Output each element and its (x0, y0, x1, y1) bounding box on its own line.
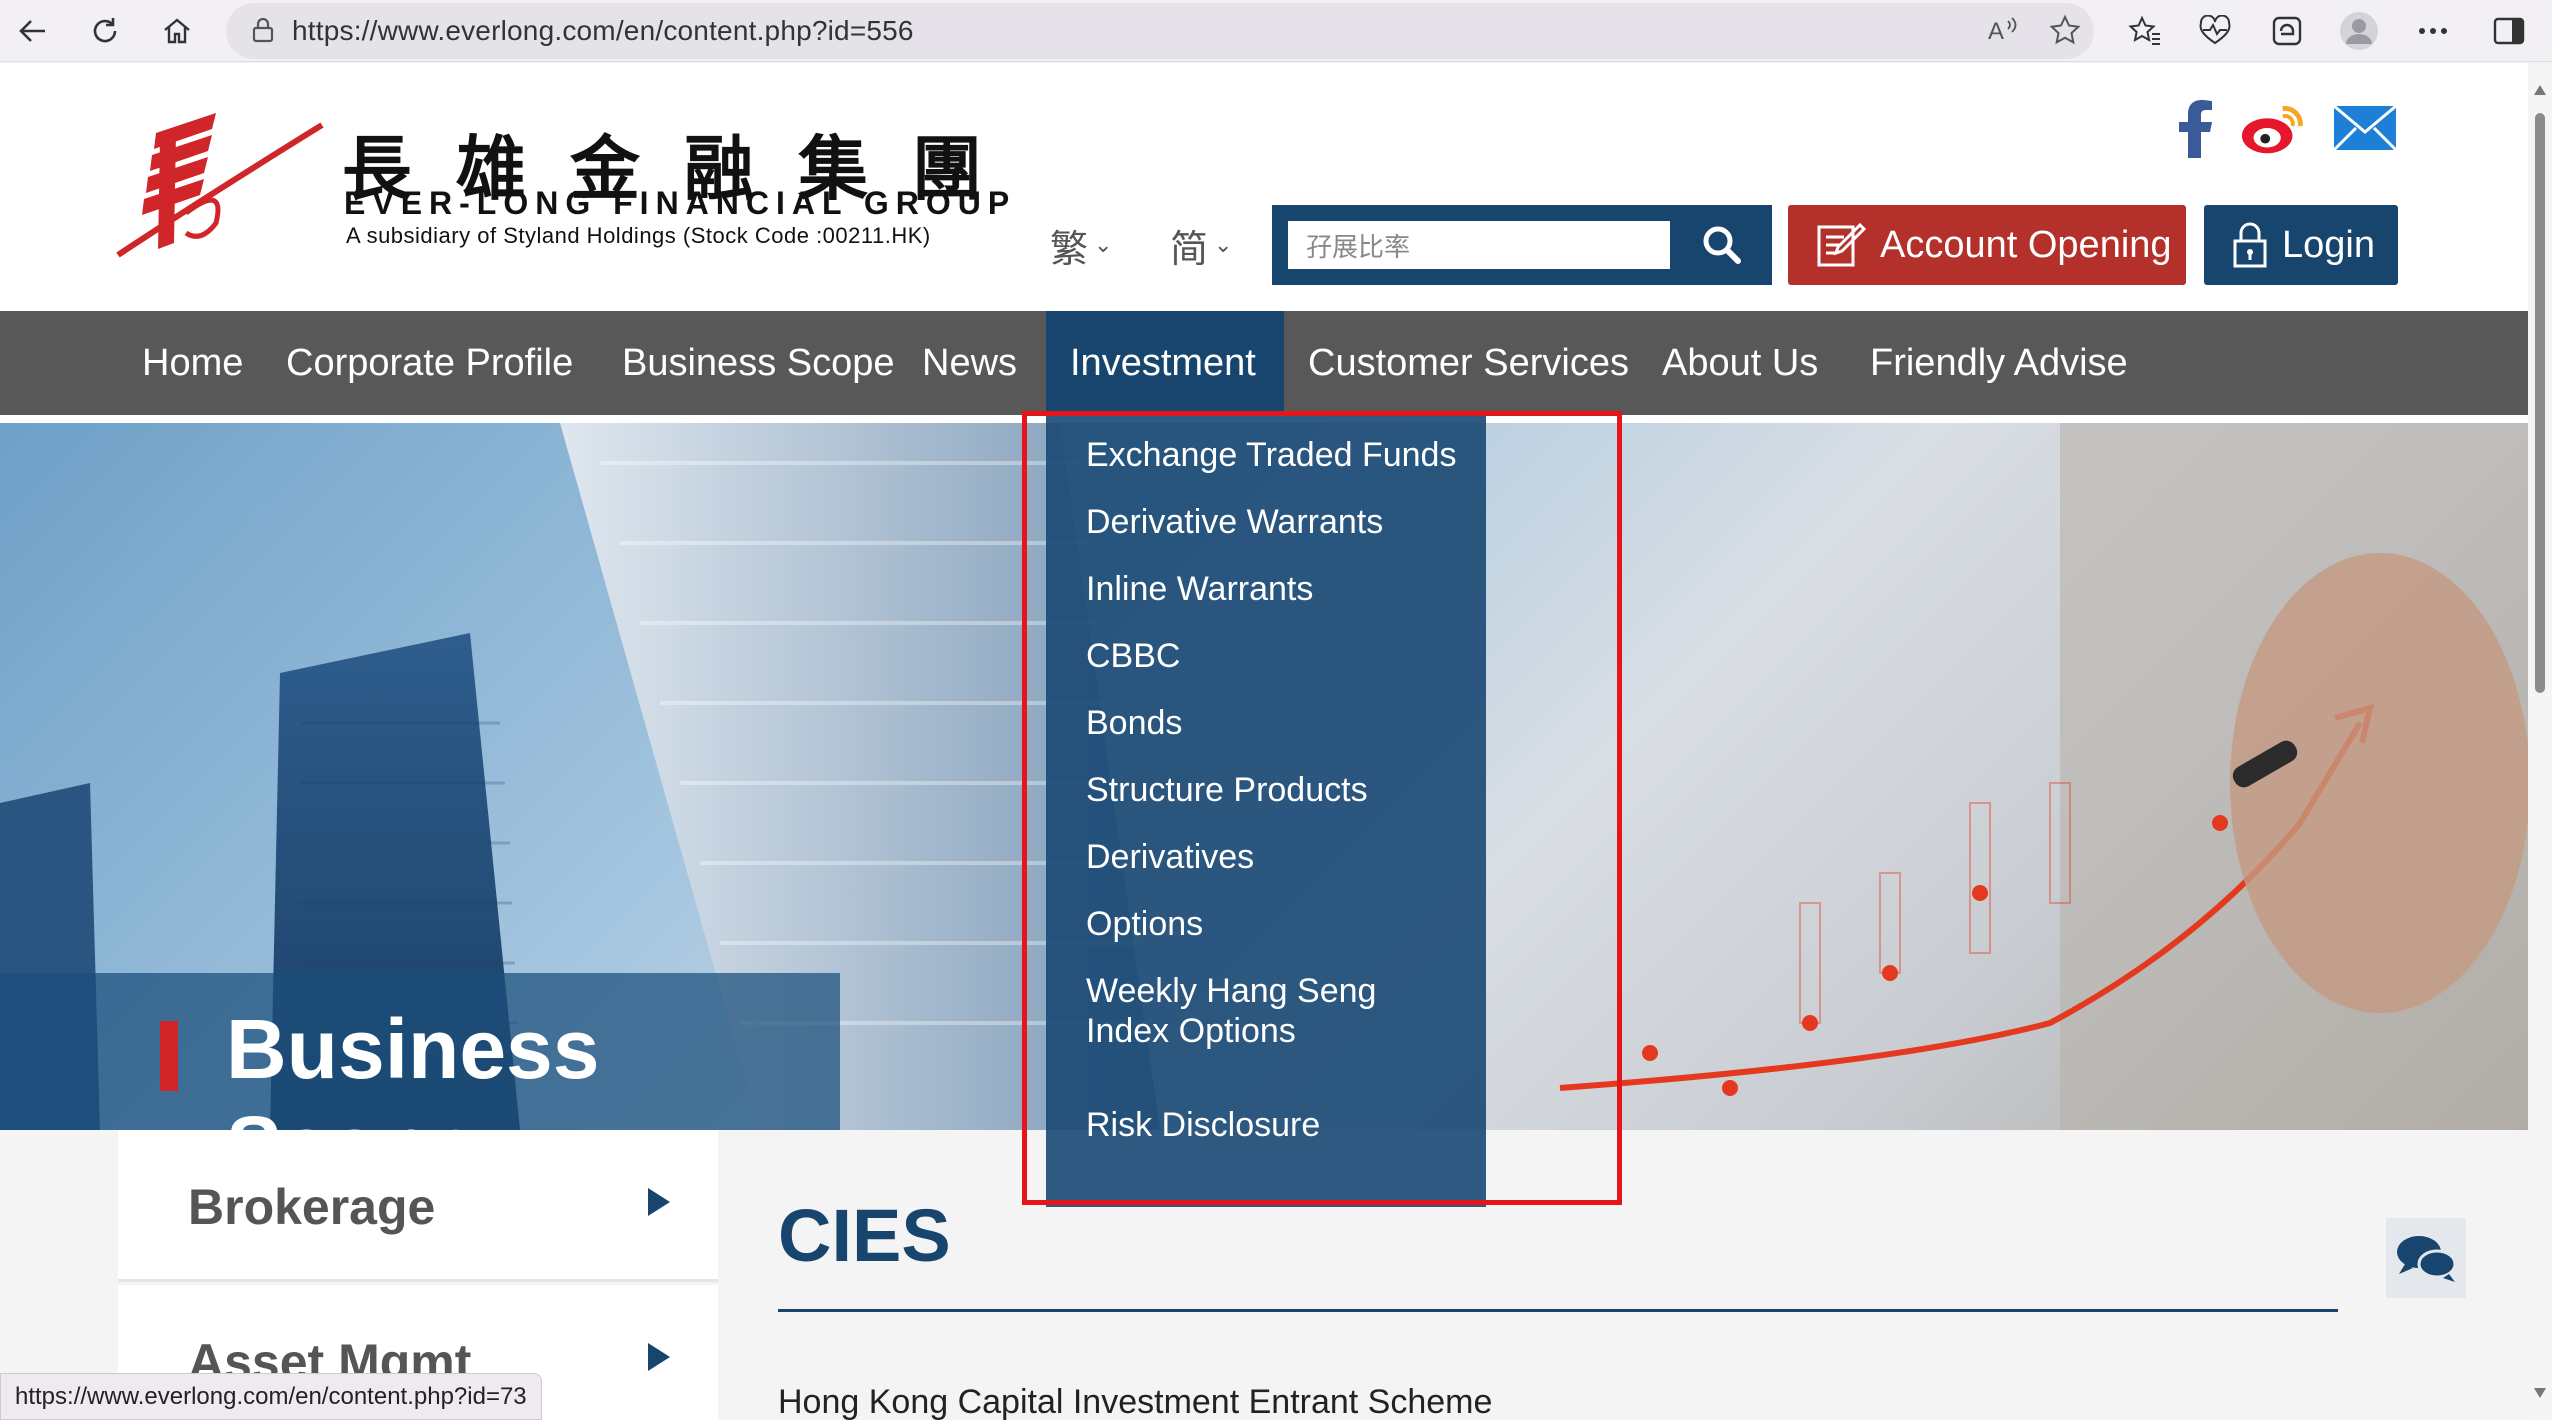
back-icon[interactable] (10, 8, 56, 54)
nav-item-about-us[interactable]: About Us (1638, 311, 1842, 415)
page-subtitle: Hong Kong Capital Investment Entrant Sch… (778, 1383, 1493, 1420)
sidebar-toggle-icon[interactable] (2486, 8, 2532, 54)
lang-simplified-label: 简 (1170, 227, 1209, 271)
svg-text:A: A (1988, 18, 2004, 45)
home-icon[interactable] (154, 8, 200, 54)
scroll-down-icon[interactable] (2534, 1388, 2546, 1398)
nav-item-customer-services[interactable]: Customer Services (1284, 311, 1653, 415)
hero-title-box: Business Scope (0, 973, 840, 1130)
nav-item-home[interactable]: Home (118, 311, 267, 415)
chat-bubbles-icon (2397, 1236, 2457, 1282)
nav-item-investment[interactable]: Investment (1046, 311, 1284, 415)
address-bar[interactable]: https://www.everlong.com/en/content.php?… (226, 3, 2094, 59)
logo-english-name: EVER-LONG FINANCIAL GROUP (344, 185, 1017, 221)
chevron-down-icon: ⌄ (1214, 233, 1233, 258)
browser-toolbar: https://www.everlong.com/en/content.php?… (0, 0, 2552, 62)
account-opening-label: Account Opening (1880, 223, 2172, 266)
edit-form-icon (1817, 222, 1866, 267)
highlight-box (1022, 411, 1622, 1205)
hero-title-accent (160, 1021, 178, 1091)
favorite-star-icon[interactable] (2042, 7, 2088, 53)
sidebar-item-label: Brokerage (188, 1179, 436, 1235)
ever-long-logo-icon[interactable] (116, 93, 326, 273)
lock-icon[interactable] (248, 15, 278, 50)
page-scrollbar[interactable] (2528, 63, 2552, 1420)
email-icon[interactable] (2330, 93, 2400, 163)
account-opening-button[interactable]: Account Opening (1788, 205, 2186, 285)
weibo-icon[interactable] (2238, 93, 2308, 163)
lang-traditional-select[interactable]: 繁 ⌄ (1050, 218, 1112, 273)
login-label: Login (2282, 223, 2375, 266)
triangle-right-icon (648, 1188, 670, 1216)
read-aloud-icon[interactable]: A (1980, 7, 2026, 53)
search-button[interactable] (1682, 215, 1762, 275)
collections-icon[interactable] (2264, 8, 2310, 54)
search-box: 孖展比率 (1272, 205, 1772, 285)
chevron-down-icon: ⌄ (1094, 233, 1113, 258)
logo-subsidiary-text: A subsidiary of Styland Holdings (Stock … (346, 223, 931, 248)
nav-item-corporate-profile[interactable]: Corporate Profile (262, 311, 597, 415)
page-title: CIES (778, 1194, 951, 1277)
chat-button[interactable] (2386, 1218, 2466, 1298)
search-input[interactable]: 孖展比率 (1288, 221, 1670, 269)
more-options-icon[interactable] (2410, 8, 2456, 54)
scroll-thumb[interactable] (2535, 113, 2545, 693)
profile-avatar-icon[interactable] (2336, 8, 2382, 54)
nav-item-friendly-advise[interactable]: Friendly Advise (1846, 311, 2152, 415)
facebook-icon[interactable] (2160, 93, 2230, 163)
triangle-right-icon (648, 1343, 670, 1371)
lang-traditional-label: 繁 (1050, 227, 1089, 271)
link-status-tooltip: https://www.everlong.com/en/content.php?… (0, 1373, 542, 1420)
nav-item-business-scope[interactable]: Business Scope (598, 311, 919, 415)
health-icon[interactable] (2192, 8, 2238, 54)
web-page: 長雄金融集團 EVER-LONG FINANCIAL GROUP A subsi… (0, 63, 2528, 1420)
favorites-icon[interactable] (2122, 8, 2168, 54)
sidebar-item-brokerage[interactable]: Brokerage (118, 1130, 718, 1282)
refresh-icon[interactable] (82, 8, 128, 54)
nav-item-news[interactable]: News (898, 311, 1041, 415)
search-icon (1703, 226, 1741, 264)
hero-title: Business Scope (226, 1002, 600, 1130)
scroll-up-icon[interactable] (2534, 85, 2546, 95)
lang-simplified-select[interactable]: 简 ⌄ (1170, 218, 1232, 273)
title-divider (778, 1309, 2338, 1312)
address-url[interactable]: https://www.everlong.com/en/content.php?… (292, 15, 914, 47)
login-button[interactable]: Login (2204, 205, 2398, 285)
main-navigation: Home Corporate Profile Business Scope Ne… (0, 311, 2528, 415)
lock-icon (2233, 222, 2267, 268)
